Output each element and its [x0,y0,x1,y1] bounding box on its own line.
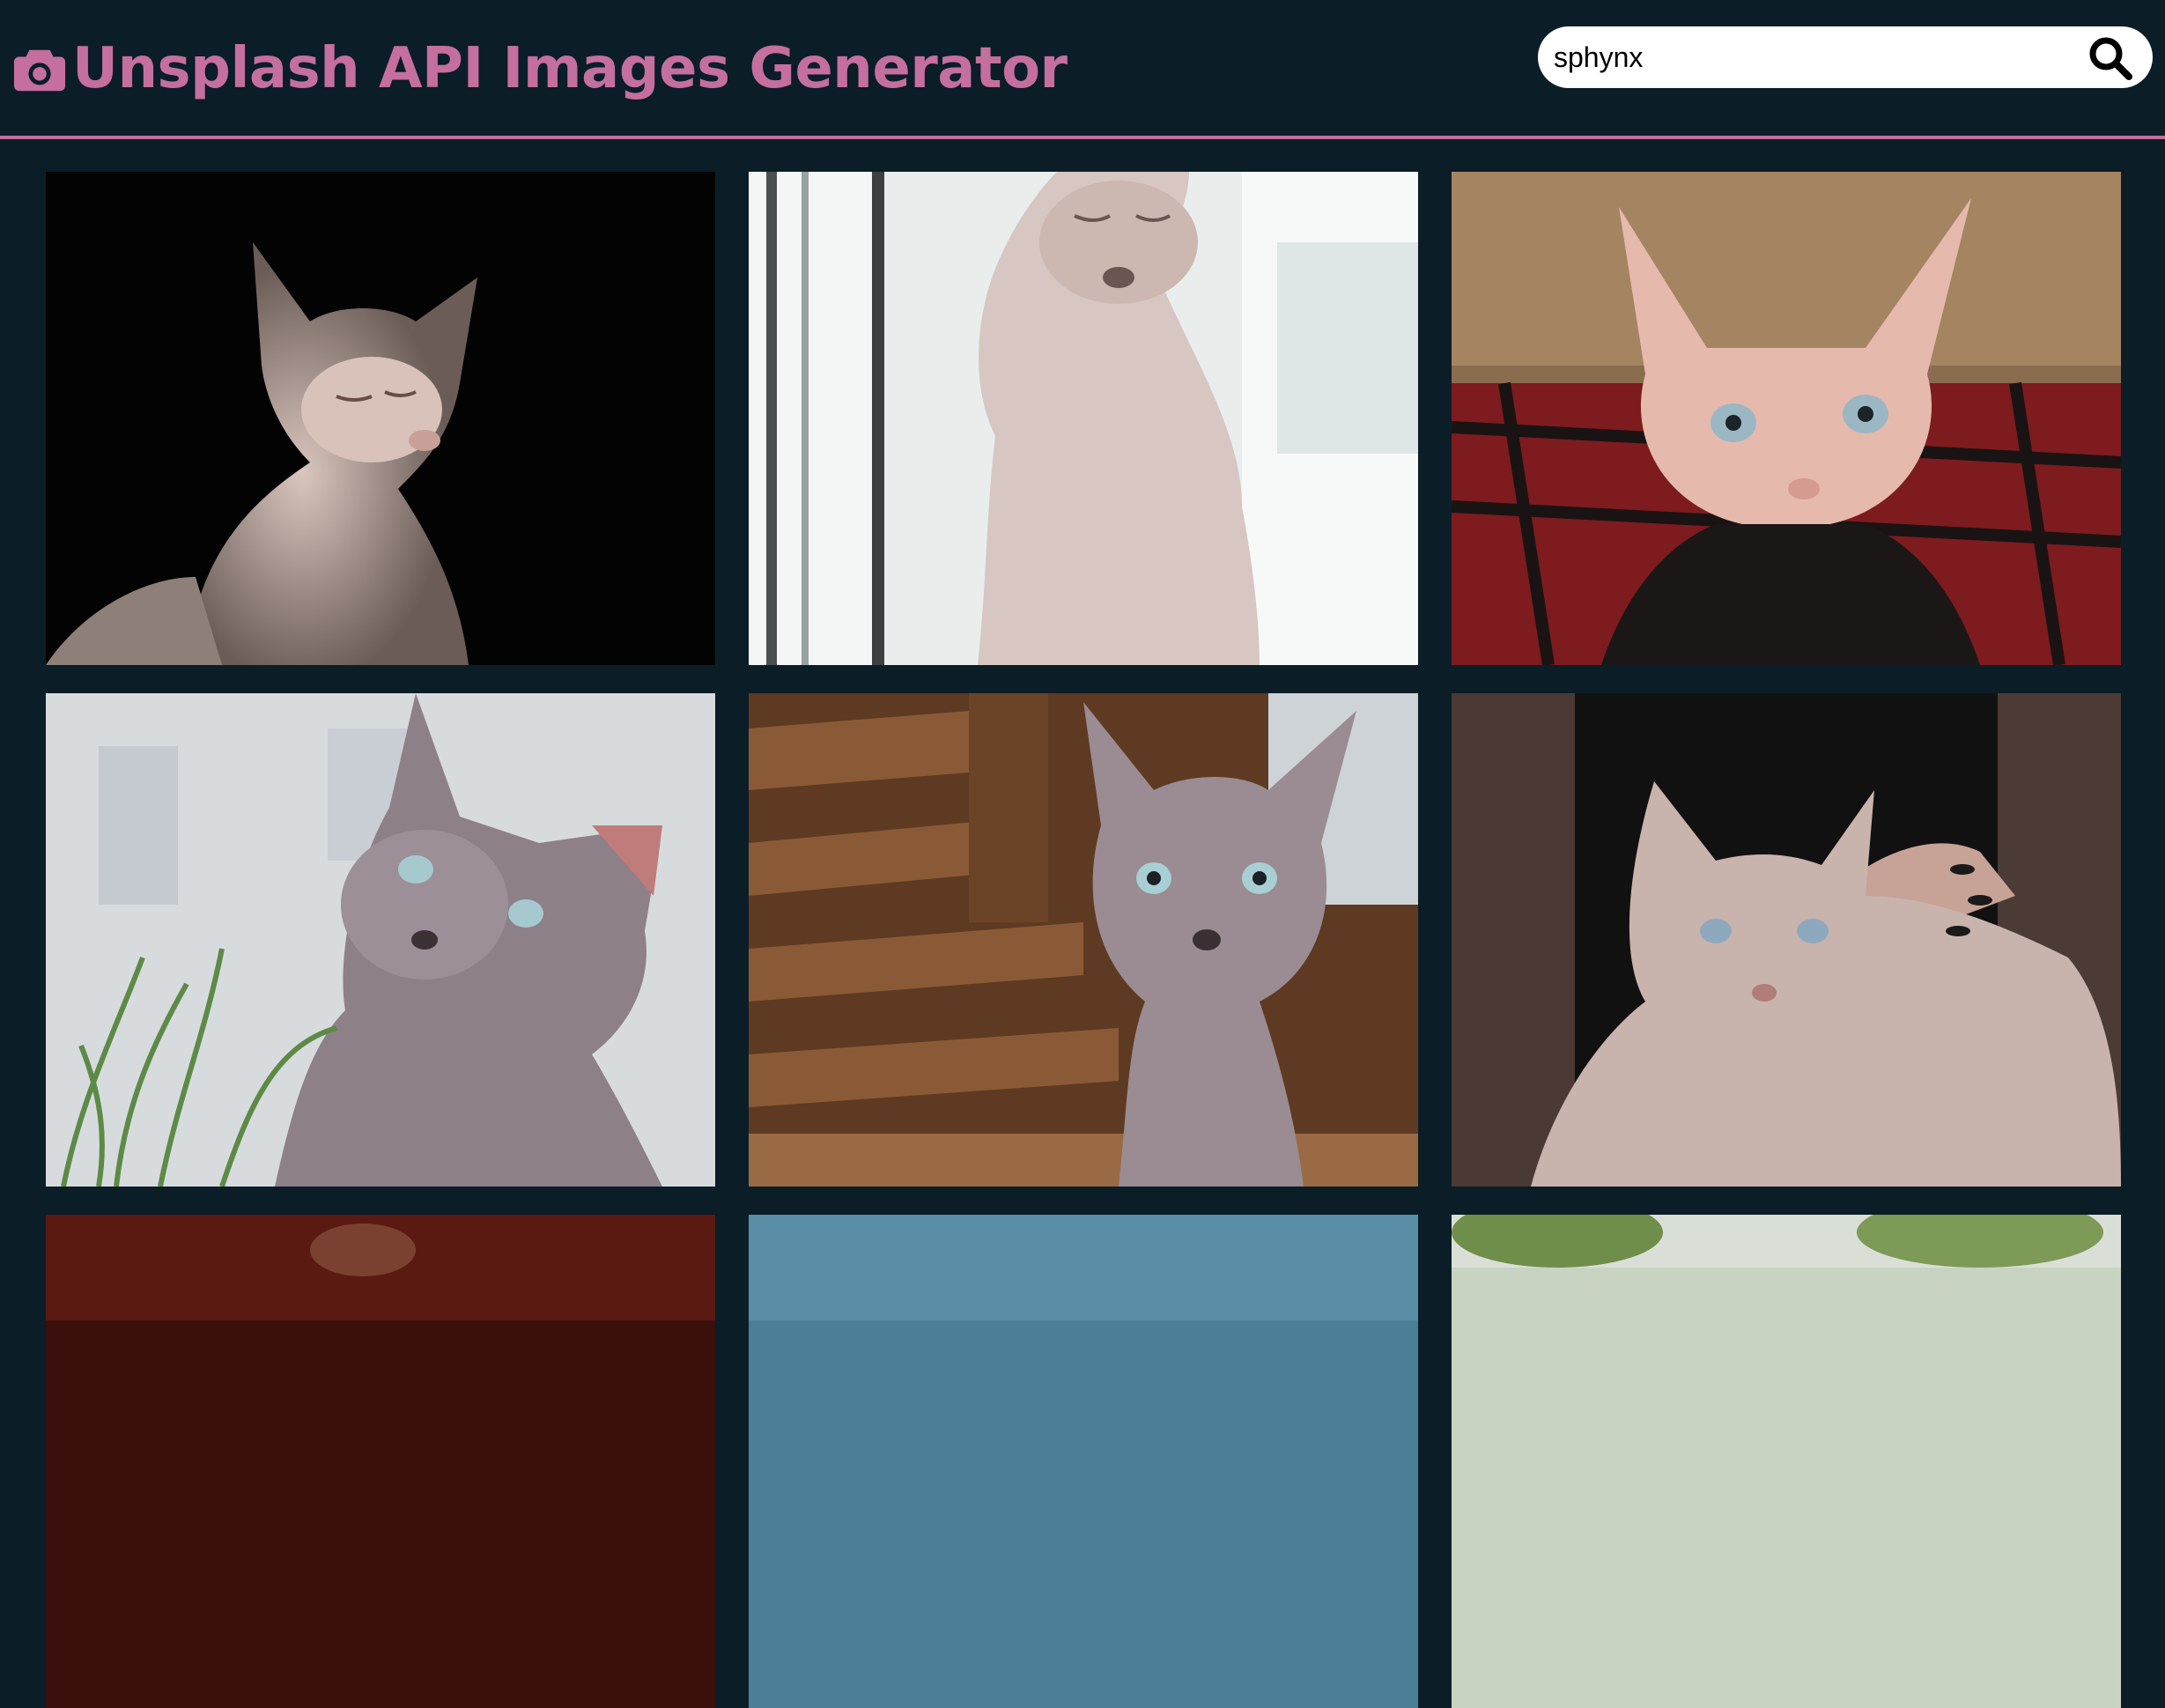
sphynx-cat-photo [46,172,715,665]
brand: Unsplash API Images Generator [12,30,1068,107]
gallery-image[interactable] [1452,693,2121,1187]
sphynx-cat-photo [46,1215,715,1708]
search-bar [1538,26,2153,88]
gallery-image[interactable] [46,172,715,665]
sphynx-cat-photo [46,693,715,1187]
search-button[interactable] [2087,35,2133,81]
sphynx-cat-photo [749,1215,1418,1708]
sphynx-cat-photo [749,693,1418,1187]
image-gallery [46,172,2121,1708]
gallery-image[interactable] [749,172,1418,665]
gallery-image[interactable] [1452,172,2121,665]
search-icon [2089,37,2132,80]
sphynx-cat-photo [1452,693,2121,1187]
sphynx-cat-photo [749,172,1418,665]
page-title: Unsplash API Images Generator [72,36,1068,101]
sphynx-cat-photo [1452,1215,2121,1708]
gallery-image[interactable] [749,1215,1418,1708]
gallery-image[interactable] [1452,1215,2121,1708]
gallery-image[interactable] [749,693,1418,1187]
gallery-image[interactable] [46,693,715,1187]
sphynx-cat-photo [1452,172,2121,665]
app-header: Unsplash API Images Generator [0,0,2165,139]
camera-icon [12,41,67,96]
gallery-image[interactable] [46,1215,715,1708]
search-input[interactable] [1552,30,2049,85]
